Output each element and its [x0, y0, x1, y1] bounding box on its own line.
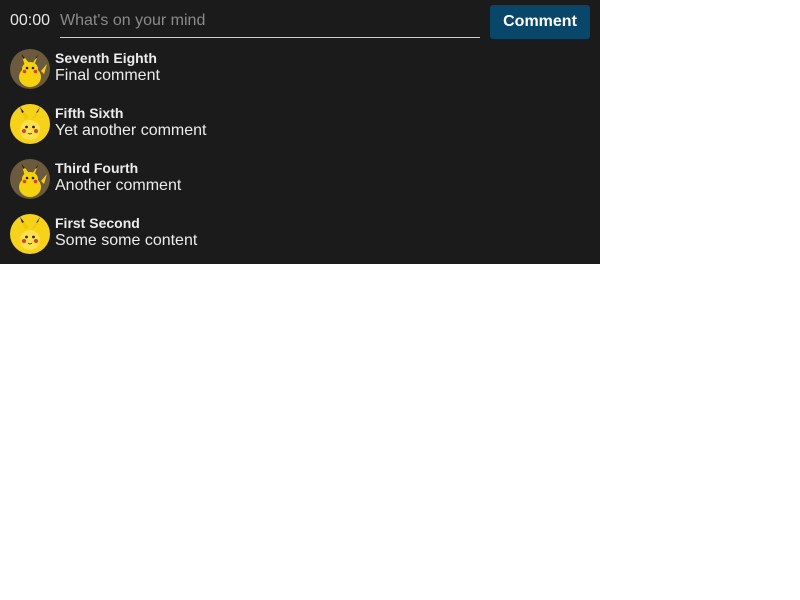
comment-text: Another comment — [55, 177, 182, 194]
comments-panel: 00:00 Comment — [0, 0, 600, 264]
comment-button[interactable]: Comment — [490, 5, 590, 39]
pikachu-sitting-icon — [10, 159, 50, 199]
pikachu-sitting-icon — [10, 49, 50, 89]
comment-text: Yet another comment — [55, 122, 207, 139]
pikachu-face-icon — [10, 214, 50, 254]
comment-author: Third Fourth — [55, 160, 139, 176]
pikachu-face-icon — [10, 104, 50, 144]
comment-text: Some some content — [55, 232, 198, 249]
comment-author: Seventh Eighth — [55, 50, 157, 66]
comment-author: First Second — [55, 215, 140, 231]
comment-item: Third Fourth Another comment — [0, 159, 600, 214]
timer: 00:00 — [10, 12, 51, 29]
comment-item: Fifth Sixth Yet another comment — [0, 104, 600, 159]
comment-composer: 00:00 Comment — [0, 0, 600, 44]
avatar — [10, 49, 50, 89]
avatar — [10, 159, 50, 199]
comment-author: Fifth Sixth — [55, 105, 124, 121]
avatar — [10, 214, 50, 254]
comment-input[interactable] — [60, 5, 480, 38]
comment-list: Seventh Eighth Final comment Fifth Sixth… — [0, 49, 600, 269]
comment-text: Final comment — [55, 67, 160, 84]
comment-item: Seventh Eighth Final comment — [0, 49, 600, 104]
comment-item: First Second Some some content — [0, 214, 600, 269]
avatar — [10, 104, 50, 144]
